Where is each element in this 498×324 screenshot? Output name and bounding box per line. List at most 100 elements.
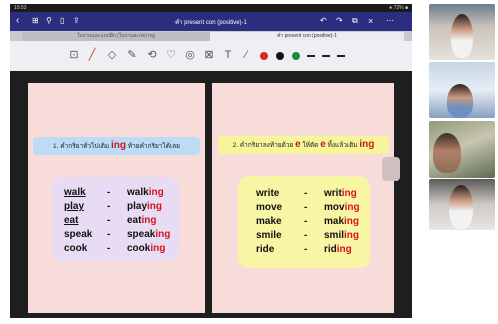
stem: rid <box>324 244 337 255</box>
status-time: 10:53 <box>14 5 27 11</box>
person-figure <box>449 185 473 229</box>
export-icon[interactable]: ⧉ <box>352 15 358 27</box>
app-navbar: ‹ ⊞ ⚲ ▯ ⇪ คำ present con (positive)-1 ↶ … <box>10 12 412 31</box>
stroke-medium-option[interactable] <box>322 55 330 57</box>
stem: eat <box>127 215 142 226</box>
dash: - <box>304 230 308 241</box>
banner-e: e <box>320 139 326 150</box>
stem: speak <box>127 229 156 240</box>
suffix: ing <box>341 188 357 199</box>
participant-video-tile[interactable] <box>429 121 495 178</box>
stem: writ <box>324 188 342 199</box>
dash: - <box>107 215 111 226</box>
stem: walk <box>127 187 149 198</box>
tab-bar: ใบงานและแบบฝึก (ใบงานสะกด) ing คำ presen… <box>10 31 412 41</box>
status-battery: ● 72% ■ <box>389 5 408 11</box>
stroke-thin-option[interactable] <box>307 55 315 57</box>
pen-icon[interactable]: ╱ <box>86 49 98 61</box>
suffix: ing <box>336 244 352 255</box>
dash: - <box>304 244 308 255</box>
banner-mid: ทิ้งแล้วเติม <box>327 142 358 149</box>
highlighter-icon[interactable]: ✎ <box>126 49 138 61</box>
rule-banner-2: 2. คำกริยาลงท้ายด้วย e ให้ตัด e ทิ้งแล้ว… <box>218 136 389 154</box>
suffix: ing <box>344 230 360 241</box>
base-word: eat <box>64 215 79 226</box>
camera-icon[interactable]: ⊠ <box>203 49 215 61</box>
pen-toolbar: ⊡ ╱ ◇ ✎ ⟲ ♡ ◎ ⊠ T ⁄ <box>10 41 412 71</box>
base-word: cook <box>64 243 88 254</box>
participant-video-tile[interactable] <box>429 4 495 60</box>
dash: - <box>107 201 111 212</box>
base-word: play <box>64 201 85 212</box>
ing-word: smiling <box>324 230 359 242</box>
page-scroll-handle[interactable] <box>382 157 400 181</box>
ing-word: walking <box>127 187 164 199</box>
stem: cook <box>127 243 151 254</box>
text-icon[interactable]: T <box>222 49 234 61</box>
tab-present-con[interactable]: คำ present con (positive)-1 <box>210 32 404 41</box>
suffix: ing <box>141 215 157 226</box>
close-icon[interactable]: × <box>368 15 373 27</box>
stem: play <box>127 201 148 212</box>
banner-e: e <box>295 139 301 150</box>
ing-word: riding <box>324 244 352 256</box>
lasso-icon[interactable]: ⟲ <box>146 49 158 61</box>
person-figure <box>433 133 461 173</box>
banner-text: 2. คำกริยาลงท้ายด้วย <box>232 142 294 149</box>
participant-video-tile[interactable] <box>429 179 495 230</box>
status-bar: 10:53 ● 72% ■ <box>10 4 412 12</box>
ing-word: cooking <box>127 243 165 255</box>
person-figure <box>451 14 473 58</box>
dash: - <box>107 187 111 198</box>
stem: smil <box>324 230 345 241</box>
participant-video-strip <box>415 0 498 324</box>
tab-worksheet[interactable]: ใบงานและแบบฝึก (ใบงานสะกด) ing <box>22 32 210 41</box>
participant-video-tile[interactable] <box>429 62 495 118</box>
banner-text: 1. คำกริยาทั่วไปเติม <box>53 143 110 150</box>
laser-icon[interactable]: ⁄ <box>240 49 252 61</box>
base-word: walk <box>64 187 86 198</box>
ing-word: speaking <box>127 229 170 241</box>
stem: mak <box>324 216 345 227</box>
color-red-swatch[interactable] <box>260 52 268 60</box>
screen-share-window: 10:53 ● 72% ■ ‹ ⊞ ⚲ ▯ ⇪ คำ present con (… <box>10 4 412 318</box>
image-icon[interactable]: ◎ <box>184 49 196 61</box>
suffix: ing <box>150 243 166 254</box>
stroke-thick-option[interactable] <box>337 55 345 57</box>
banner-suffix: ท้ายคำกริยาได้เลย <box>127 143 180 150</box>
color-green-swatch[interactable] <box>292 52 300 60</box>
ing-word: making <box>324 216 359 228</box>
word-card-left: walk - walking play - playing eat - eati… <box>52 177 179 261</box>
banner-mid: ให้ตัด <box>302 142 319 149</box>
dash: - <box>304 216 308 227</box>
color-black-swatch[interactable] <box>276 52 284 60</box>
undo-icon[interactable]: ↶ <box>320 15 327 27</box>
ing-word: eating <box>127 215 156 227</box>
more-icon[interactable]: ⋯ <box>386 15 394 27</box>
dash: - <box>304 202 308 213</box>
redo-icon[interactable]: ↷ <box>336 15 343 27</box>
dash: - <box>304 188 308 199</box>
base-word: speak <box>64 229 93 240</box>
suffix: ing <box>147 201 163 212</box>
page-left: 1. คำกริยาทั่วไปเติม ing ท้ายคำกริยาได้เ… <box>28 83 205 313</box>
person-figure <box>447 84 473 118</box>
stem: mov <box>324 202 345 213</box>
select-icon[interactable]: ⊡ <box>68 49 80 61</box>
banner-ing: ing <box>359 139 375 150</box>
tab-label: คำ present con (positive)-1 <box>277 33 337 39</box>
base-word: move <box>256 202 283 213</box>
base-word: make <box>256 216 282 227</box>
banner-highlight: ing <box>111 140 127 151</box>
suffix: ing <box>148 187 164 198</box>
document-canvas: 1. คำกริยาทั่วไปเติม ing ท้ายคำกริยาได้เ… <box>10 71 412 318</box>
ing-word: writing <box>324 188 357 200</box>
ing-word: playing <box>127 201 162 213</box>
suffix: ing <box>155 229 171 240</box>
dash: - <box>107 243 111 254</box>
page-right: 2. คำกริยาลงท้ายด้วย e ให้ตัด e ทิ้งแล้ว… <box>212 83 394 313</box>
shape-icon[interactable]: ♡ <box>165 49 177 61</box>
suffix: ing <box>344 216 360 227</box>
word-card-right: write - writing move - moving make - mak… <box>238 176 370 268</box>
eraser-icon[interactable]: ◇ <box>106 49 118 61</box>
